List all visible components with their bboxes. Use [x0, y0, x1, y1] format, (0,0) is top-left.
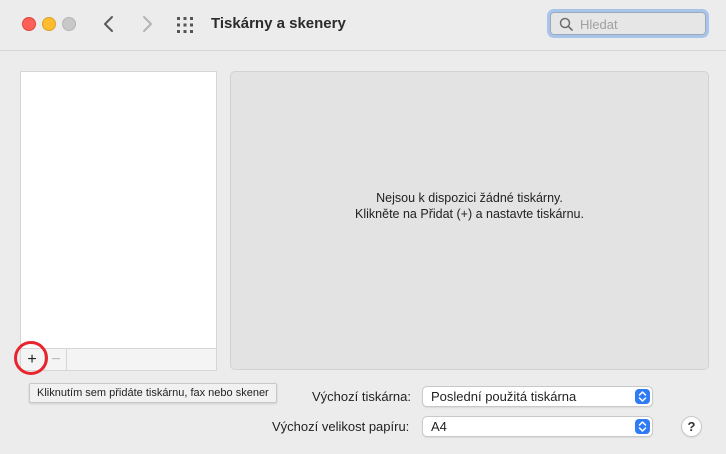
empty-message-line1: Nejsou k dispozici žádné tiskárny.	[376, 191, 563, 205]
search-input[interactable]	[578, 15, 702, 33]
default-paper-size-value: A4	[431, 419, 447, 434]
default-paper-size-label: Výchozí velikost papíru:	[272, 419, 410, 434]
printer-list-toolbar: + −	[20, 348, 217, 371]
printer-list[interactable]	[20, 71, 217, 371]
chevron-left-icon	[104, 16, 113, 32]
search-icon	[559, 17, 573, 31]
back-button[interactable]	[98, 12, 120, 36]
title-bar: Tiskárny a skenery	[0, 0, 726, 51]
toolbar-divider	[66, 349, 67, 370]
zoom-window-button[interactable]	[62, 17, 76, 31]
forward-button[interactable]	[136, 12, 158, 36]
grid-icon	[177, 17, 193, 33]
empty-message-line2: Klikněte na Přidat (+) a nastavte tiskár…	[355, 207, 584, 221]
help-button[interactable]: ?	[681, 416, 702, 437]
chevron-right-icon	[143, 16, 152, 32]
printer-detail-pane: Nejsou k dispozici žádné tiskárny. Klikn…	[230, 71, 709, 370]
search-field[interactable]	[547, 9, 709, 38]
minimize-window-button[interactable]	[42, 17, 56, 31]
question-icon: ?	[687, 419, 696, 434]
add-printer-tooltip: Kliknutím sem přidáte tiskárnu, fax nebo…	[29, 383, 277, 403]
default-printer-value: Poslední použitá tiskárna	[431, 389, 577, 404]
chevron-up-down-icon	[638, 391, 647, 402]
window-title: Tiskárny a skenery	[211, 15, 346, 32]
minus-icon: −	[51, 351, 61, 368]
popup-arrows	[635, 419, 650, 434]
default-printer-popup[interactable]: Poslední použitá tiskárna	[422, 386, 653, 407]
popup-arrows	[635, 389, 650, 404]
show-all-button[interactable]	[175, 15, 195, 35]
close-window-button[interactable]	[22, 17, 36, 31]
default-paper-size-popup[interactable]: A4	[422, 416, 653, 437]
chevron-up-down-icon	[638, 421, 647, 432]
default-printer-label: Výchozí tiskárna:	[312, 389, 411, 404]
highlight-annotation	[14, 341, 48, 375]
